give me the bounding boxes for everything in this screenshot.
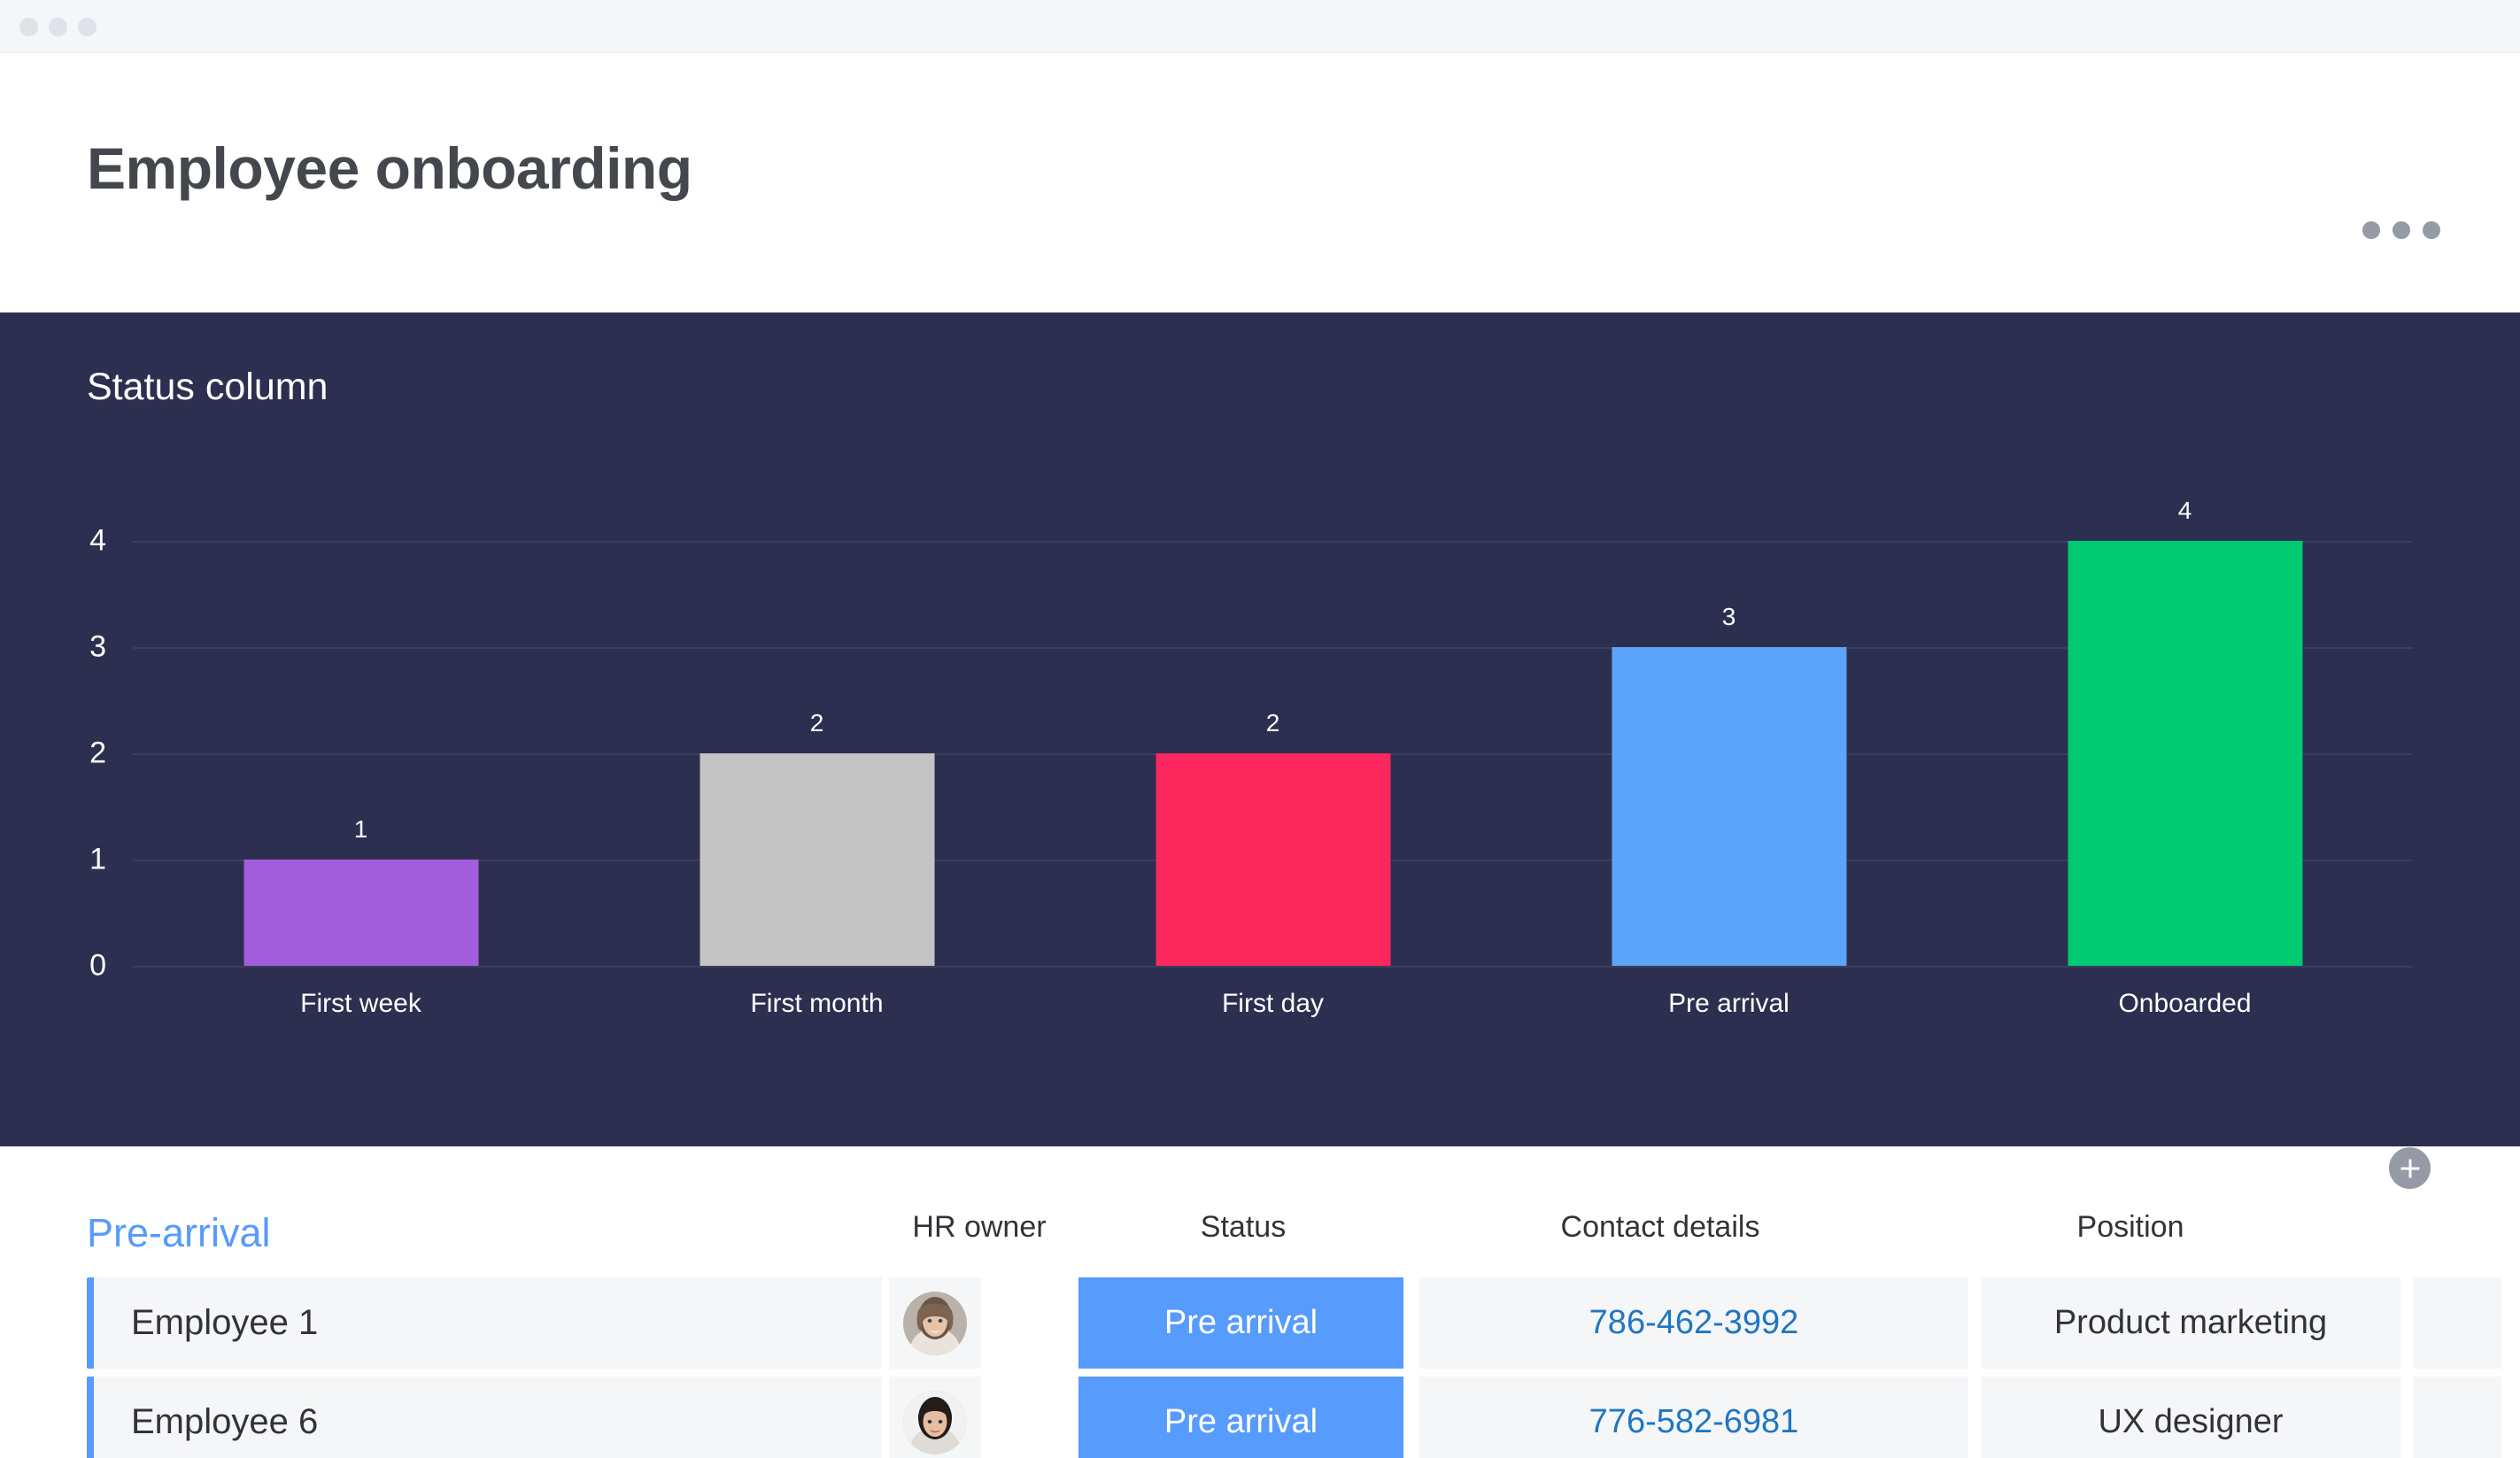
chart-bar-value-label: 3 (1721, 603, 1736, 630)
cell-empty[interactable] (2413, 1377, 2501, 1458)
maximize-window-icon[interactable] (78, 18, 97, 36)
chart-bar-value-label: 2 (1265, 709, 1280, 737)
cell-empty[interactable] (2413, 1277, 2501, 1369)
cell-hr-owner[interactable] (889, 1277, 981, 1369)
chart-bar-slot: 2 First day (1045, 541, 1501, 1018)
status-badge[interactable]: Pre arrival (1078, 1377, 1403, 1458)
window-titlebar (0, 0, 2520, 53)
column-header-status[interactable]: Status (1201, 1210, 1286, 1245)
page-title: Employee onboarding (87, 135, 692, 201)
minimize-window-icon[interactable] (49, 18, 67, 36)
chart-y-tick-label: 0 (89, 948, 106, 983)
board-section: Pre-arrival HR owner Status Contact detail… (0, 1146, 2520, 1458)
chart-bar-slot: 4 Onboarded (1957, 497, 2413, 1018)
row-accent-bar (87, 1377, 94, 1458)
chart-category-label: First month (750, 989, 884, 1018)
chart-category-label: First day (1221, 989, 1325, 1018)
chart-bar-value-label: 4 (2177, 497, 2192, 524)
chart-y-tick-label: 1 (89, 842, 106, 876)
app-window: Employee onboarding Status column 0 1 2 3 4 … (0, 0, 2520, 1458)
chart-gridline: 0 (89, 949, 2413, 983)
add-column-button[interactable] (2389, 1147, 2431, 1189)
chart-bar-value-label: 2 (809, 709, 824, 737)
status-chart-panel: Status column 0 1 2 3 4 1 First week 2 First mo… (0, 312, 2520, 1146)
chart-bar[interactable] (1156, 753, 1390, 966)
cell-position[interactable]: Product marketing (1981, 1277, 2400, 1369)
chart-bar[interactable] (243, 860, 478, 966)
chart-bar-slot: 3 Pre arrival (1501, 541, 1957, 1018)
page-header: Employee onboarding (0, 53, 2520, 312)
chart-category-label: Pre arrival (1668, 989, 1790, 1018)
chart-bar[interactable] (700, 753, 934, 966)
chart-y-tick-label: 3 (89, 629, 106, 664)
chart-bars: 1 First week 2 First month 2 First day 3 Pre ar… (133, 497, 2413, 1018)
column-header-hr_owner[interactable]: HR owner (912, 1210, 1046, 1245)
kebab-dot (2362, 221, 2380, 239)
close-window-icon[interactable] (19, 18, 38, 36)
chart-y-tick-label: 2 (89, 736, 106, 770)
table-row[interactable]: Employee 1 Pre arrival 786-462-3992 Product… (0, 1277, 2520, 1369)
chart-title: Status column (87, 366, 329, 408)
cell-position[interactable]: UX designer (1981, 1377, 2400, 1458)
chart-bar-value-label: 1 (353, 815, 368, 843)
kebab-dot (2392, 221, 2410, 239)
row-accent-bar (87, 1277, 94, 1369)
chart-bar[interactable] (2068, 541, 2302, 966)
cell-contact-details[interactable]: 786-462-3992 (1419, 1277, 1968, 1369)
chart-bar[interactable] (1612, 647, 1846, 966)
board-rows: Employee 1 Pre arrival 786-462-3992 Product… (0, 1277, 2520, 1458)
column-header-position[interactable]: Position (2077, 1210, 2184, 1245)
chart-bar-slot: 1 First week (133, 541, 589, 1018)
chart-bar-slot: 2 First month (589, 541, 1045, 1018)
kebab-menu-icon[interactable] (2362, 221, 2440, 239)
kebab-dot (2423, 221, 2440, 239)
cell-employee-name[interactable]: Employee 6 (94, 1377, 882, 1458)
avatar (903, 1291, 967, 1355)
cell-hr-owner[interactable] (889, 1377, 981, 1458)
cell-employee-name[interactable]: Employee 1 (94, 1277, 882, 1369)
avatar (903, 1390, 967, 1454)
table-row[interactable]: Employee 6 Pre arrival 776-582-6981 UX desi… (0, 1377, 2520, 1458)
status-badge[interactable]: Pre arrival (1078, 1277, 1403, 1369)
column-header-contact[interactable]: Contact details (1561, 1210, 1760, 1245)
chart-category-label: Onboarded (2118, 989, 2252, 1018)
cell-contact-details[interactable]: 776-582-6981 (1419, 1377, 1968, 1458)
column-headers: HR owner Status Contact details Position (0, 1210, 2520, 1254)
traffic-lights (19, 18, 97, 36)
chart-y-tick-label: 4 (89, 523, 106, 558)
chart-plot-area: 0 1 2 3 4 1 First week 2 First month 2 First day 3… (89, 497, 2413, 1018)
chart-category-label: First week (300, 989, 421, 1018)
